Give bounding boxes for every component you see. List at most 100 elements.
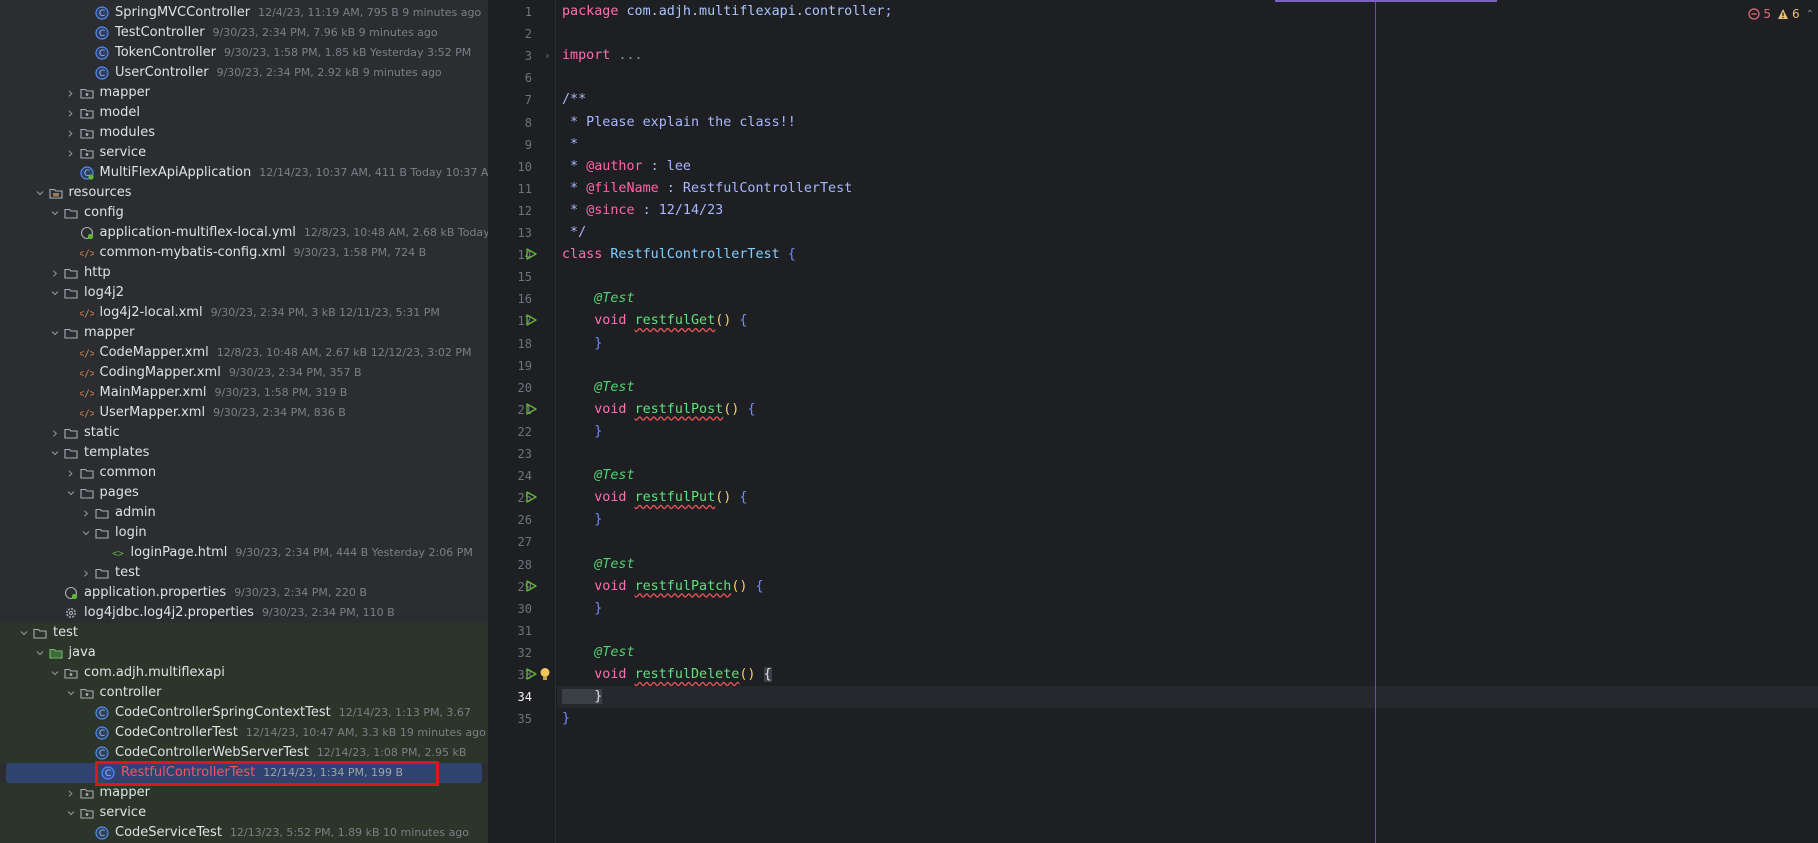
tree-row[interactable]: › model xyxy=(0,103,488,123)
code-line[interactable]: * Please explain the class!! xyxy=(557,112,1818,134)
chevron-right-icon[interactable]: › xyxy=(77,563,95,583)
tree-row[interactable]: login xyxy=(0,523,488,543)
chevron-right-icon[interactable]: › xyxy=(62,83,80,103)
chevron-down-icon[interactable] xyxy=(31,183,49,203)
code-line[interactable] xyxy=(557,67,1818,89)
code-line[interactable] xyxy=(557,620,1818,642)
tree-row[interactable]: log4j2 xyxy=(0,283,488,303)
code-line[interactable]: class RestfulControllerTest { xyxy=(557,244,1818,266)
code-area[interactable]: package com.adjh.multiflexapi.controller… xyxy=(540,0,1818,843)
tree-row[interactable]: › mapper xyxy=(0,783,488,803)
tree-row[interactable]: log4jdbc.log4j2.properties 9/30/23, 2:34 … xyxy=(0,603,488,623)
tree-row[interactable]: com.adjh.multiflexapi xyxy=(0,663,488,683)
tree-row[interactable]: C SpringMVCController 12/4/23, 11:19 AM, 7… xyxy=(0,3,488,23)
code-line[interactable]: * @since : 12/14/23 xyxy=(557,200,1818,222)
warning-count[interactable]: 6 xyxy=(1777,7,1800,21)
code-line[interactable]: * @fileName : RestfulControllerTest xyxy=(557,178,1818,200)
tree-row[interactable]: pages xyxy=(0,483,488,503)
tree-row[interactable]: C CodeServiceTest 12/13/23, 5:52 PM, 1.89 … xyxy=(0,823,488,843)
chevron-down-icon[interactable] xyxy=(31,643,49,663)
run-test-icon[interactable] xyxy=(524,313,540,329)
tree-row[interactable]: service xyxy=(0,803,488,823)
tree-row[interactable]: test xyxy=(0,623,488,643)
chevron-down-icon[interactable] xyxy=(62,483,80,503)
inspection-widget[interactable]: 5 6 ⌃ xyxy=(1748,4,1814,24)
code-line[interactable]: @Test xyxy=(557,554,1818,576)
tree-row[interactable]: › modules xyxy=(0,123,488,143)
chevron-right-icon[interactable]: › xyxy=(62,143,80,163)
chevron-right-icon[interactable]: › xyxy=(46,423,64,443)
error-count[interactable]: 5 xyxy=(1748,7,1771,21)
fold-chevron-icon[interactable]: › xyxy=(544,45,554,67)
tree-row[interactable]: C UserController 9/30/23, 2:34 PM, 2.92 kB… xyxy=(0,63,488,83)
tree-row[interactable]: controller xyxy=(0,683,488,703)
code-line[interactable]: } xyxy=(557,686,1818,709)
tree-row[interactable]: › admin xyxy=(0,503,488,523)
chevron-right-icon[interactable]: › xyxy=(46,263,64,283)
code-line[interactable] xyxy=(557,355,1818,377)
lightbulb-icon[interactable] xyxy=(539,667,551,686)
run-test-icon[interactable] xyxy=(524,579,540,595)
code-line[interactable]: void restfulPost() { xyxy=(557,399,1818,421)
code-line[interactable]: @Test xyxy=(557,642,1818,664)
tree-row[interactable]: › http xyxy=(0,263,488,283)
tree-row[interactable]: </> CodingMapper.xml 9/30/23, 2:34 PM, 357… xyxy=(0,363,488,383)
chevron-right-icon[interactable]: › xyxy=(62,463,80,483)
code-line[interactable]: /** xyxy=(557,89,1818,111)
code-line[interactable]: void restfulDelete() { xyxy=(557,664,1818,686)
chevron-down-icon[interactable] xyxy=(46,203,64,223)
code-editor[interactable]: 1 2 3 › 6 7 8 9 10 11 12 13 14 15 16 17 18 19 20 21 22 23 24 25… xyxy=(488,0,1818,843)
tree-row[interactable]: C CodeControllerSpringContextTest 12/14/23… xyxy=(0,703,488,723)
code-line[interactable]: } xyxy=(557,509,1818,531)
code-line[interactable]: } xyxy=(557,333,1818,355)
tree-row[interactable]: C TestController 9/30/23, 2:34 PM, 7.96 kB… xyxy=(0,23,488,43)
chevron-up-icon[interactable]: ⌃ xyxy=(1806,9,1814,20)
chevron-down-icon[interactable] xyxy=(46,323,64,343)
tree-row[interactable]: <> loginPage.html 9/30/23, 2:34 PM, 444 B … xyxy=(0,543,488,563)
code-line[interactable]: void restfulPatch() { xyxy=(557,576,1818,598)
tree-row[interactable]: C CodeControllerWebServerTest 12/14/23, 1:… xyxy=(0,743,488,763)
tree-row[interactable]: </> UserMapper.xml 9/30/23, 2:34 PM, 836 B xyxy=(0,403,488,423)
run-test-icon[interactable] xyxy=(524,667,540,683)
chevron-down-icon[interactable] xyxy=(15,623,33,643)
tree-row[interactable]: java xyxy=(0,643,488,663)
tree-row[interactable]: </> common-mybatis-config.xml 9/30/23, 1:5… xyxy=(0,243,488,263)
tree-row[interactable]: › static xyxy=(0,423,488,443)
chevron-down-icon[interactable] xyxy=(62,803,80,823)
tree-row[interactable]: C RestfulControllerTest 12/14/23, 1:34 PM,… xyxy=(6,763,482,783)
tree-row[interactable]: › common xyxy=(0,463,488,483)
tree-row[interactable]: </> MainMapper.xml 9/30/23, 1:58 PM, 319 B xyxy=(0,383,488,403)
tree-row[interactable]: mapper xyxy=(0,323,488,343)
tree-row[interactable]: templates xyxy=(0,443,488,463)
run-test-icon[interactable] xyxy=(524,490,540,506)
code-line[interactable]: } xyxy=(557,708,1818,730)
code-line[interactable]: @Test xyxy=(557,288,1818,310)
code-line[interactable]: void restfulPut() { xyxy=(557,487,1818,509)
tree-row[interactable]: C CodeControllerTest 12/14/23, 10:47 AM, 3… xyxy=(0,723,488,743)
code-line[interactable]: void restfulGet() { xyxy=(557,310,1818,332)
run-test-icon[interactable] xyxy=(524,402,540,418)
code-line[interactable]: package com.adjh.multiflexapi.controller… xyxy=(557,1,1818,23)
chevron-right-icon[interactable]: › xyxy=(62,783,80,803)
chevron-down-icon[interactable] xyxy=(46,663,64,683)
tree-row[interactable]: application.properties 9/30/23, 2:34 PM, … xyxy=(0,583,488,603)
code-line[interactable]: } xyxy=(557,421,1818,443)
chevron-right-icon[interactable]: › xyxy=(62,103,80,123)
code-line[interactable]: * xyxy=(557,134,1818,156)
code-line[interactable] xyxy=(557,443,1818,465)
tree-row[interactable]: C MultiFlexApiApplication 12/14/23, 10:37 … xyxy=(0,163,488,183)
tree-row[interactable]: config xyxy=(0,203,488,223)
chevron-right-icon[interactable]: › xyxy=(77,503,95,523)
run-test-icon[interactable] xyxy=(524,247,540,263)
code-line[interactable]: * @author : lee xyxy=(557,156,1818,178)
tree-row[interactable]: </> CodeMapper.xml 12/8/23, 10:48 AM, 2.67… xyxy=(0,343,488,363)
tree-row[interactable]: › service xyxy=(0,143,488,163)
chevron-down-icon[interactable] xyxy=(77,523,95,543)
tree-row[interactable]: › test xyxy=(0,563,488,583)
code-line[interactable]: @Test xyxy=(557,377,1818,399)
tree-row[interactable]: › mapper xyxy=(0,83,488,103)
code-line[interactable] xyxy=(557,266,1818,288)
tree-row[interactable]: C TokenController 9/30/23, 1:58 PM, 1.85 k… xyxy=(0,43,488,63)
code-line[interactable]: */ xyxy=(557,222,1818,244)
chevron-down-icon[interactable] xyxy=(62,683,80,703)
